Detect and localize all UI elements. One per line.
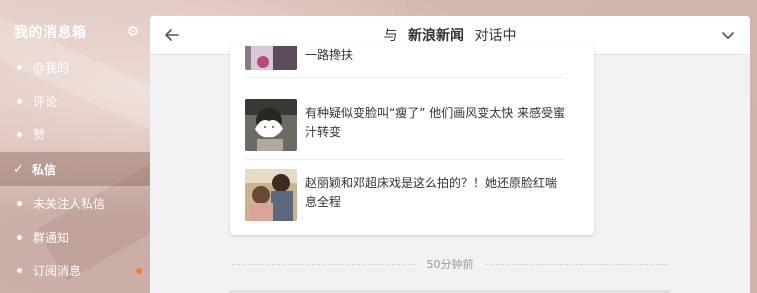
sidebar-item-mentions[interactable]: @我的 bbox=[0, 50, 150, 84]
sidebar-item-private-messages[interactable]: ✓ 私信 bbox=[0, 152, 150, 186]
chevron-down-icon[interactable] bbox=[718, 25, 738, 45]
news-item[interactable]: 赵丽颖和邓超床戏是这么拍的？！她还原脸红喘息全程 bbox=[245, 169, 565, 229]
sidebar-item-label: 评论 bbox=[33, 94, 58, 109]
message-timestamp-row: 50分钟前 bbox=[232, 256, 668, 272]
sidebar-header: 我的消息箱 ⚙ bbox=[14, 22, 140, 42]
sidebar-item-label: 订阅消息 bbox=[33, 263, 82, 278]
chat-partner-name[interactable]: 新浪新闻 bbox=[408, 28, 464, 44]
message-sidebar: 我的消息箱 ⚙ @我的 评论 赞 ✓ 私信 未关注人私信 群通知 订阅消息 bbox=[0, 0, 150, 293]
news-divider bbox=[245, 159, 565, 160]
sidebar-item-label: 私信 bbox=[32, 162, 57, 177]
chat-title: 与 新浪新闻 对话中 bbox=[381, 25, 520, 45]
timestamp-dash-right bbox=[485, 263, 668, 265]
news-title: 赵丽颖和邓超床戏是这么拍的？！她还原脸红喘息全程 bbox=[305, 176, 558, 209]
bullet-icon bbox=[17, 267, 22, 273]
bullet-icon bbox=[17, 234, 22, 240]
checkmark-icon: ✓ bbox=[13, 161, 24, 177]
gear-icon[interactable]: ⚙ bbox=[126, 25, 140, 39]
news-title: 有种疑似变脸叫“瘦了” 他们画风变太快 来感受蜜汁转变 bbox=[305, 106, 566, 139]
chat-panel: 与 新浪新闻 对话中 一路搀扶 有种疑似变脸叫“瘦了” 他们画风变太快 来感受蜜… bbox=[150, 16, 750, 293]
bullet-icon bbox=[17, 200, 22, 206]
sidebar-item-label: 群通知 bbox=[33, 230, 70, 245]
timestamp-dash-left bbox=[232, 263, 415, 265]
sidebar-item-subscriptions[interactable]: 订阅消息 bbox=[0, 253, 150, 287]
sidebar-item-comments[interactable]: 评论 bbox=[0, 84, 150, 118]
news-thumbnail bbox=[245, 46, 297, 70]
bullet-icon bbox=[17, 98, 22, 104]
news-thumbnail bbox=[245, 99, 297, 151]
bullet-icon bbox=[17, 131, 22, 137]
sidebar-item-label: 未关注人私信 bbox=[33, 196, 106, 211]
back-arrow-icon[interactable] bbox=[162, 25, 182, 45]
news-title: 一路搀扶 bbox=[305, 48, 354, 62]
sidebar-item-label: @我的 bbox=[33, 60, 70, 75]
sidebar-item-group-notices[interactable]: 群通知 bbox=[0, 220, 150, 254]
unread-badge bbox=[136, 268, 142, 274]
sidebar-item-likes[interactable]: 赞 bbox=[0, 117, 150, 151]
news-item[interactable]: 一路搀扶 bbox=[245, 46, 565, 78]
news-divider bbox=[245, 77, 565, 78]
sidebar-item-label: 赞 bbox=[33, 127, 46, 142]
news-thumbnail bbox=[245, 169, 297, 221]
sidebar-title: 我的消息箱 bbox=[14, 25, 87, 41]
message-timestamp: 50分钟前 bbox=[426, 258, 474, 271]
chat-title-prefix: 与 bbox=[383, 28, 398, 44]
sidebar-item-stranger-messages[interactable]: 未关注人私信 bbox=[0, 186, 150, 220]
news-card: 一路搀扶 有种疑似变脸叫“瘦了” 他们画风变太快 来感受蜜汁转变 赵丽颖和邓超床… bbox=[230, 46, 594, 235]
news-item[interactable]: 有种疑似变脸叫“瘦了” 他们画风变太快 来感受蜜汁转变 bbox=[245, 99, 565, 159]
chat-title-suffix: 对话中 bbox=[474, 28, 517, 44]
bullet-icon bbox=[17, 64, 22, 70]
